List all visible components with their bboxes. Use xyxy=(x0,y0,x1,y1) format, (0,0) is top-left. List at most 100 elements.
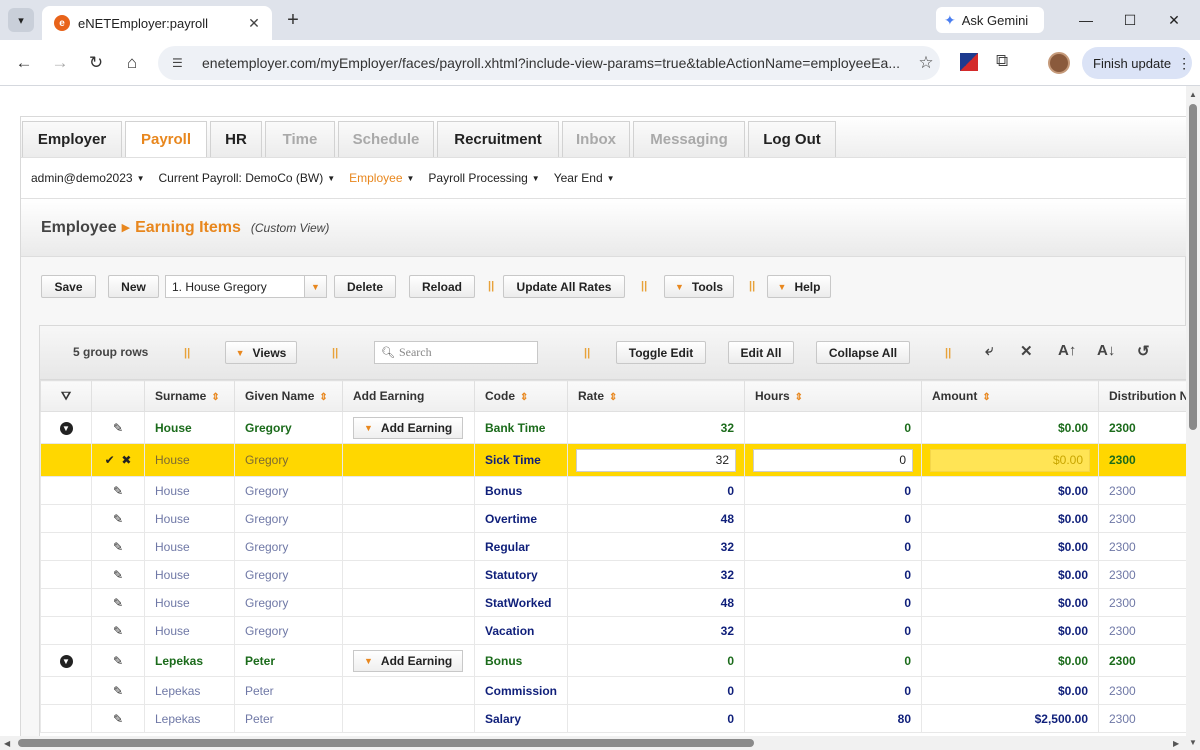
scroll-right-icon[interactable]: ▶ xyxy=(1173,739,1179,748)
scroll-up-icon[interactable]: ▲ xyxy=(1189,90,1197,99)
address-bar[interactable]: ☰ enetemployer.com/myEmployer/faces/payr… xyxy=(158,46,940,80)
extensions-puzzle-icon[interactable]: ⧉ xyxy=(996,51,1008,71)
edit-cell[interactable]: ✎ xyxy=(91,676,145,705)
edit-cell[interactable]: ✎ xyxy=(91,476,145,505)
search-input[interactable]: 🔍︎ Search xyxy=(374,341,538,364)
url-text[interactable]: enetemployer.com/myEmployer/faces/payrol… xyxy=(202,55,912,71)
edit-pencil-icon[interactable]: ✎ xyxy=(113,484,123,498)
column-header-code[interactable]: Code ⇕ xyxy=(474,380,568,412)
close-tab-icon[interactable]: ✕ xyxy=(244,13,264,33)
employee-select[interactable]: 1. House Gregory ▼ xyxy=(165,275,327,298)
add-earning-button[interactable]: ▼ Add Earning xyxy=(353,416,464,439)
bookmark-star-icon[interactable]: ☆ xyxy=(912,53,940,73)
edit-pencil-icon[interactable]: ✎ xyxy=(113,624,123,638)
collapse-group-icon[interactable]: ▼ xyxy=(59,655,73,668)
sort-icon[interactable]: ⇕ xyxy=(520,392,528,403)
sort-icon[interactable]: ⇕ xyxy=(982,392,990,403)
close-window-button[interactable]: ✕ xyxy=(1162,8,1186,32)
column-header-distribution[interactable]: Distribution N xyxy=(1098,380,1186,412)
expand-cell[interactable]: ▼ xyxy=(40,411,92,444)
hours-cell[interactable]: 0 xyxy=(744,443,922,477)
edit-pencil-icon[interactable]: ✎ xyxy=(113,712,123,726)
new-tab-button[interactable]: + xyxy=(282,10,304,30)
finish-update-button[interactable]: Finish update ⋮ xyxy=(1082,47,1192,79)
horizontal-scroll-thumb[interactable] xyxy=(18,739,754,747)
tools-menu-button[interactable]: ▼ Tools xyxy=(664,275,734,298)
year-end-menu[interactable]: Year End ▼ xyxy=(554,171,615,185)
browser-tab[interactable]: e eNETEmployer:payroll ✕ xyxy=(42,6,272,40)
tab-search-chevron-icon[interactable]: ▾ xyxy=(8,8,34,32)
filter-column-header[interactable]: ⛛ xyxy=(40,380,92,412)
update-all-rates-button[interactable]: Update All Rates xyxy=(503,275,625,298)
edit-cell[interactable]: ✎ xyxy=(91,616,145,645)
employee-menu[interactable]: Employee ▼ xyxy=(349,171,414,185)
profile-avatar[interactable] xyxy=(1048,52,1070,74)
save-row-check-icon[interactable]: ✔ xyxy=(105,453,115,467)
help-menu-button[interactable]: ▼ Help xyxy=(767,275,831,298)
back-icon[interactable]: ← xyxy=(11,50,37,76)
edit-pencil-icon[interactable]: ✎ xyxy=(113,568,123,582)
user-menu[interactable]: admin@demo2023 ▼ xyxy=(31,171,145,185)
sort-icon[interactable]: ⇕ xyxy=(795,392,803,403)
column-header-hours[interactable]: Hours ⇕ xyxy=(744,380,922,412)
sort-icon[interactable]: ⇕ xyxy=(609,392,617,403)
reload-icon[interactable]: ↻ xyxy=(83,50,109,76)
group-row[interactable]: ▼ ✎ Lepekas Peter ▼ Add Earning Bonus 0 0 $0.00 23… xyxy=(40,644,1186,677)
cancel-row-x-icon[interactable]: ✖ xyxy=(121,453,131,467)
breadcrumb-employee[interactable]: Employee xyxy=(41,219,117,237)
table-row[interactable]: ✎ House Gregory Bonus 0 0 $0.00 2300 xyxy=(40,476,1186,505)
filter-icon[interactable]: ⛛ xyxy=(61,389,71,403)
tab-messaging[interactable]: Messaging xyxy=(633,121,745,157)
horizontal-scrollbar[interactable]: ◀ ▶ xyxy=(0,736,1186,750)
home-icon[interactable]: ⌂ xyxy=(119,50,145,76)
delete-button[interactable]: Delete xyxy=(334,275,396,298)
site-info-icon[interactable]: ☰ xyxy=(172,56,190,70)
tab-hr[interactable]: HR xyxy=(210,121,262,157)
wrap-text-icon[interactable]: ⤶ xyxy=(985,342,993,359)
edit-pencil-icon[interactable]: ✎ xyxy=(113,654,123,668)
edit-cell[interactable]: ✎ xyxy=(91,704,145,733)
tab-log-out[interactable]: Log Out xyxy=(748,121,836,157)
selected-row[interactable]: ✔ ✖ House Gregory Sick Time 32 0 $0.00 2300 xyxy=(40,443,1186,477)
scroll-left-icon[interactable]: ◀ xyxy=(4,739,10,748)
scroll-down-icon[interactable]: ▼ xyxy=(1189,738,1197,747)
table-row[interactable]: ✎ Lepekas Peter Commission 0 0 $0.00 2300 xyxy=(40,676,1186,705)
hours-input[interactable]: 0 xyxy=(753,448,913,472)
tab-recruitment[interactable]: Recruitment xyxy=(437,121,559,157)
edit-all-button[interactable]: Edit All xyxy=(728,341,794,364)
edit-pencil-icon[interactable]: ✎ xyxy=(113,421,123,435)
edit-pencil-icon[interactable]: ✎ xyxy=(113,684,123,698)
add-earning-button[interactable]: ▼ Add Earning xyxy=(353,649,464,672)
edit-cell[interactable]: ✔ ✖ xyxy=(91,443,145,477)
collapse-all-button[interactable]: Collapse All xyxy=(816,341,910,364)
tab-payroll[interactable]: Payroll xyxy=(125,121,207,157)
table-row[interactable]: ✎ House Gregory Statutory 32 0 $0.00 2300 xyxy=(40,560,1186,589)
edit-cell[interactable]: ✎ xyxy=(91,532,145,561)
expand-cell[interactable]: ▼ xyxy=(40,644,92,677)
current-payroll-menu[interactable]: Current Payroll: DemoCo (BW) ▼ xyxy=(159,171,336,185)
extension-icon[interactable] xyxy=(960,53,978,71)
forward-icon[interactable]: → xyxy=(47,50,73,76)
reload-button[interactable]: Reload xyxy=(409,275,475,298)
group-row[interactable]: ▼ ✎ House Gregory ▼ Add Earning Bank Time 32 0 $0… xyxy=(40,411,1186,444)
table-row[interactable]: ✎ House Gregory StatWorked 48 0 $0.00 2300 xyxy=(40,588,1186,617)
sort-icon[interactable]: ⇕ xyxy=(211,392,219,403)
tab-time[interactable]: Time xyxy=(265,121,335,157)
table-row[interactable]: ✎ House Gregory Regular 32 0 $0.00 2300 xyxy=(40,532,1186,561)
edit-pencil-icon[interactable]: ✎ xyxy=(113,512,123,526)
vertical-scrollbar[interactable]: ▲ ▼ xyxy=(1186,86,1200,750)
edit-cell[interactable]: ✎ xyxy=(91,588,145,617)
minimize-window-button[interactable]: — xyxy=(1074,8,1098,32)
reset-icon[interactable]: ↺ xyxy=(1137,342,1150,360)
tab-inbox[interactable]: Inbox xyxy=(562,121,630,157)
column-header-given-name[interactable]: Given Name ⇕ xyxy=(234,380,343,412)
font-increase-icon[interactable]: A↑ xyxy=(1058,342,1076,359)
edit-cell[interactable]: ✎ xyxy=(91,644,145,677)
edit-pencil-icon[interactable]: ✎ xyxy=(113,596,123,610)
edit-cell[interactable]: ✎ xyxy=(91,504,145,533)
payroll-processing-menu[interactable]: Payroll Processing ▼ xyxy=(428,171,539,185)
edit-pencil-icon[interactable]: ✎ xyxy=(113,540,123,554)
rate-input[interactable]: 32 xyxy=(576,448,736,472)
clear-filter-icon[interactable]: ✕ xyxy=(1020,342,1033,360)
font-decrease-icon[interactable]: A↓ xyxy=(1097,342,1115,359)
